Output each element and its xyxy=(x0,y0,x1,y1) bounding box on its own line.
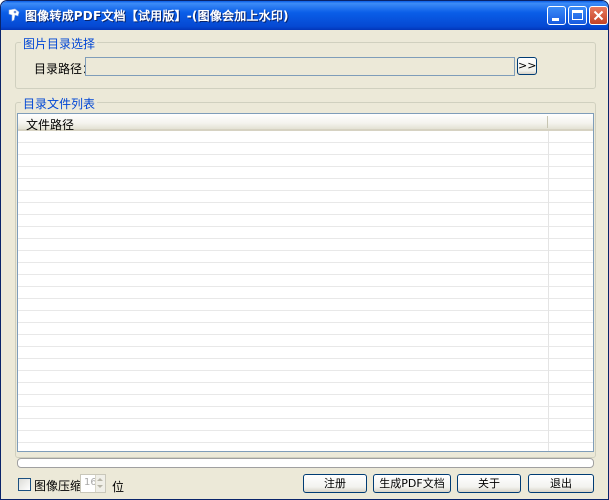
about-button[interactable]: 关于 xyxy=(457,474,521,493)
minimize-icon xyxy=(552,18,559,21)
title-bar[interactable]: 图像转成PDF文档【试用版】-(图像会加上水印) xyxy=(1,1,608,30)
minimize-button[interactable] xyxy=(547,6,566,25)
file-list[interactable]: 文件路径 xyxy=(17,113,594,452)
close-button[interactable] xyxy=(589,6,608,25)
list-rows[interactable] xyxy=(18,131,593,451)
spinner-down-icon[interactable] xyxy=(97,485,103,488)
close-icon xyxy=(593,10,604,21)
list-header: 文件路径 xyxy=(18,114,593,132)
path-input[interactable] xyxy=(85,57,515,76)
window-title: 图像转成PDF文档【试用版】-(图像会加上水印) xyxy=(25,9,289,23)
file-list-group-title: 目录文件列表 xyxy=(21,95,98,112)
spinner-up-icon[interactable] xyxy=(97,478,103,481)
maximize-icon xyxy=(572,10,583,20)
exit-button[interactable]: 退出 xyxy=(528,474,594,493)
bits-unit: 位 xyxy=(112,480,125,494)
image-dir-group-title: 图片目录选择 xyxy=(21,35,98,52)
compress-checkbox[interactable] xyxy=(18,478,31,491)
app-window: 图像转成PDF文档【试用版】-(图像会加上水印) 图片目录选择 目录路径： >>… xyxy=(0,0,609,500)
progress-bar xyxy=(17,458,594,468)
register-button[interactable]: 注册 xyxy=(303,474,367,493)
bits-spinner[interactable]: 16 xyxy=(80,474,106,493)
column-divider[interactable] xyxy=(547,116,548,128)
generate-pdf-button[interactable]: 生成PDF文档 xyxy=(373,474,451,493)
app-icon xyxy=(8,8,20,22)
column-gridline xyxy=(548,131,549,451)
maximize-button[interactable] xyxy=(568,6,587,25)
compress-label[interactable]: 图像压缩 xyxy=(34,477,82,494)
browse-button[interactable]: >> xyxy=(517,57,537,75)
spinner-buttons[interactable] xyxy=(95,475,105,492)
